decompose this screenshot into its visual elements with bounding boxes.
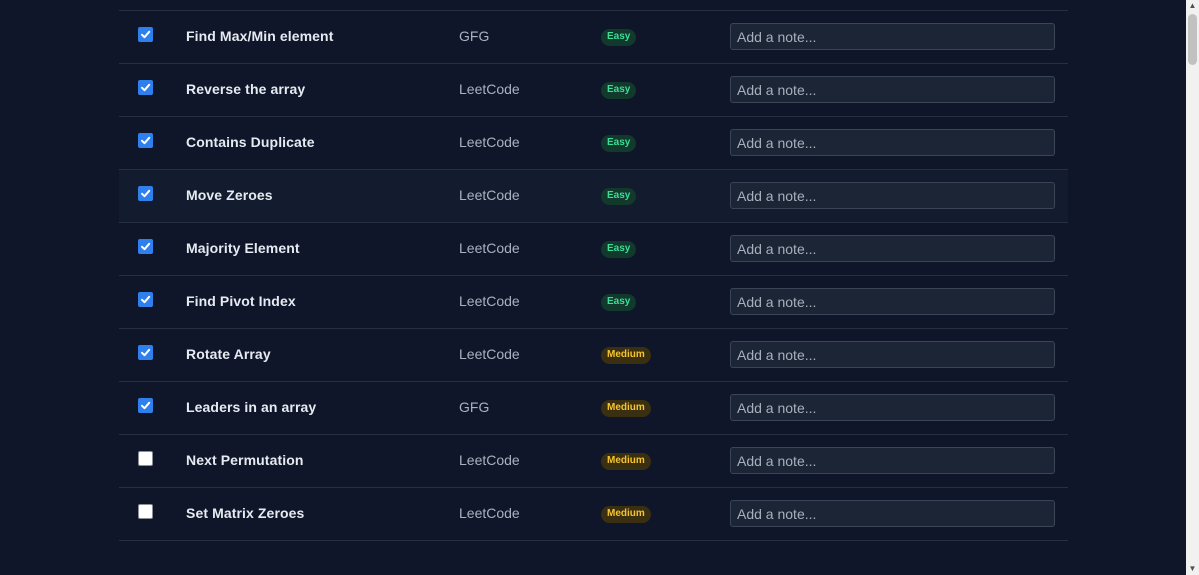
problem-platform: LeetCode — [459, 452, 520, 468]
difficulty-badge: Easy — [601, 294, 637, 311]
table-row: Majority Element LeetCode Easy — [119, 223, 1068, 276]
check-icon — [141, 83, 151, 92]
difficulty-badge: Easy — [601, 82, 637, 99]
note-input[interactable] — [730, 447, 1055, 474]
table-row: Contains Duplicate LeetCode Easy — [119, 117, 1068, 170]
vertical-scrollbar[interactable]: ▲ ▼ — [1186, 0, 1199, 575]
problem-name: Move Zeroes — [186, 187, 273, 203]
check-icon — [141, 242, 151, 251]
problem-name: Contains Duplicate — [186, 134, 315, 150]
table-row: Rotate Array LeetCode Medium — [119, 329, 1068, 382]
completed-checkbox[interactable] — [138, 27, 153, 42]
problem-platform: LeetCode — [459, 134, 520, 150]
scroll-down-arrow-icon[interactable]: ▼ — [1186, 563, 1199, 575]
problem-platform: LeetCode — [459, 81, 520, 97]
problem-platform: LeetCode — [459, 187, 520, 203]
completed-checkbox[interactable] — [138, 504, 153, 519]
completed-checkbox[interactable] — [138, 451, 153, 466]
problem-platform: LeetCode — [459, 346, 520, 362]
check-icon — [141, 348, 151, 357]
problem-name: Next Permutation — [186, 452, 304, 468]
note-input[interactable] — [730, 23, 1055, 50]
table-row: Leaders in an array GFG Medium — [119, 382, 1068, 435]
problem-name: Find Pivot Index — [186, 293, 296, 309]
problems-table: Find Max/Min element GFG Easy Reverse th… — [119, 11, 1068, 541]
problem-name: Rotate Array — [186, 346, 271, 362]
note-input[interactable] — [730, 182, 1055, 209]
check-icon — [141, 189, 151, 198]
problem-platform: GFG — [459, 399, 490, 415]
completed-checkbox[interactable] — [138, 345, 153, 360]
difficulty-badge: Easy — [601, 241, 637, 258]
completed-checkbox[interactable] — [138, 186, 153, 201]
problem-platform: LeetCode — [459, 240, 520, 256]
table-row: Move Zeroes LeetCode Easy — [119, 170, 1068, 223]
problem-name: Set Matrix Zeroes — [186, 505, 305, 521]
table-row: Set Matrix Zeroes LeetCode Medium — [119, 488, 1068, 541]
difficulty-badge: Easy — [601, 135, 637, 152]
completed-checkbox[interactable] — [138, 398, 153, 413]
difficulty-badge: Medium — [601, 506, 651, 523]
note-input[interactable] — [730, 341, 1055, 368]
note-input[interactable] — [730, 500, 1055, 527]
completed-checkbox[interactable] — [138, 239, 153, 254]
difficulty-badge: Easy — [601, 29, 637, 46]
difficulty-badge: Easy — [601, 188, 637, 205]
check-icon — [141, 30, 151, 39]
problem-name: Majority Element — [186, 240, 300, 256]
table-row: Find Max/Min element GFG Easy — [119, 11, 1068, 64]
note-input[interactable] — [730, 235, 1055, 262]
check-icon — [141, 295, 151, 304]
completed-checkbox[interactable] — [138, 80, 153, 95]
check-icon — [141, 401, 151, 410]
table-row: Next Permutation LeetCode Medium — [119, 435, 1068, 488]
difficulty-badge: Medium — [601, 400, 651, 417]
table-row: Reverse the array LeetCode Easy — [119, 64, 1068, 117]
problems-viewport: Find Max/Min element GFG Easy Reverse th… — [0, 0, 1186, 575]
note-input[interactable] — [730, 76, 1055, 103]
completed-checkbox[interactable] — [138, 133, 153, 148]
problem-platform: LeetCode — [459, 505, 520, 521]
completed-checkbox[interactable] — [138, 292, 153, 307]
problem-name: Find Max/Min element — [186, 28, 334, 44]
problem-name: Reverse the array — [186, 81, 306, 97]
table-row: Find Pivot Index LeetCode Easy — [119, 276, 1068, 329]
check-icon — [141, 136, 151, 145]
problem-name: Leaders in an array — [186, 399, 317, 415]
problem-platform: GFG — [459, 28, 490, 44]
note-input[interactable] — [730, 129, 1055, 156]
scroll-thumb[interactable] — [1188, 14, 1197, 65]
note-input[interactable] — [730, 394, 1055, 421]
note-input[interactable] — [730, 288, 1055, 315]
problem-platform: LeetCode — [459, 293, 520, 309]
scroll-up-arrow-icon[interactable]: ▲ — [1186, 0, 1199, 12]
difficulty-badge: Medium — [601, 347, 651, 364]
difficulty-badge: Medium — [601, 453, 651, 470]
